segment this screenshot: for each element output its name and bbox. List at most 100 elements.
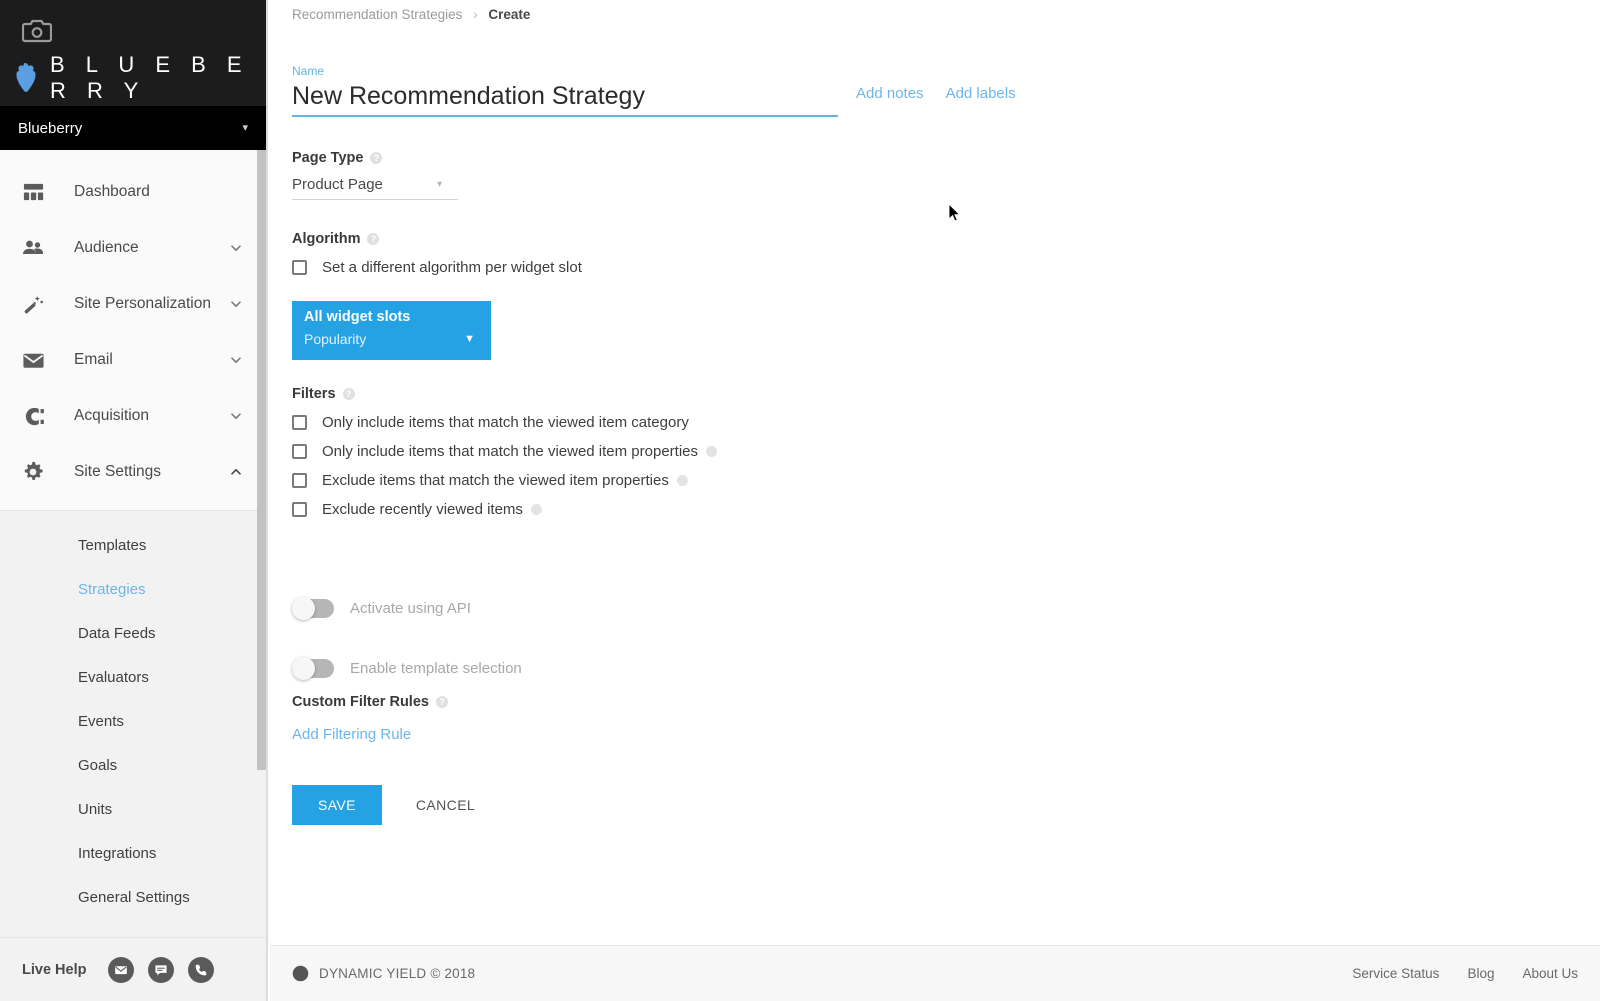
filter-option-text: Only include items that match the viewed… (322, 414, 689, 431)
sidebar-item-label: Audience (74, 239, 139, 256)
breadcrumb-parent-link[interactable]: Recommendation Strategies (292, 7, 462, 22)
blueberry-icon (10, 61, 40, 95)
phone-icon[interactable] (188, 956, 215, 983)
sidebar-item-templates[interactable]: Templates (0, 523, 268, 567)
page-type-title-text: Page Type (292, 150, 364, 166)
widget-slot-algorithm-value: Popularity (304, 331, 367, 347)
sidebar-item-strategies[interactable]: Strategies (0, 567, 268, 611)
add-labels-link[interactable]: Add labels (946, 85, 1016, 102)
name-field-wrapper (292, 82, 838, 117)
main-content: Recommendation Strategies › Create Name … (270, 0, 1600, 1001)
sidebar-item-label: Acquisition (74, 407, 149, 424)
filter-option-label: Exclude items that match the viewed item… (322, 472, 688, 489)
checkbox-unchecked-icon[interactable] (292, 415, 307, 430)
toggle-switch-off[interactable] (292, 596, 334, 620)
sidebar-item-data-feeds[interactable]: Data Feeds (0, 611, 268, 655)
help-icon[interactable]: ? (435, 696, 448, 708)
help-icon[interactable]: ? (367, 233, 380, 245)
filter-option-text: Only include items that match the viewed… (322, 443, 699, 460)
chevron-up-icon (230, 466, 242, 478)
camera-icon[interactable] (21, 19, 53, 43)
cancel-button[interactable]: CANCEL (410, 796, 481, 814)
chevron-down-icon: ▾ (242, 121, 248, 134)
add-filtering-rule-link[interactable]: Add Filtering Rule (292, 726, 448, 743)
toggles-section: Activate using API Enable template selec… (292, 578, 522, 698)
activate-using-api-toggle-row[interactable]: Activate using API (292, 578, 522, 638)
sidebar: B L U E B E R R Y Blueberry ▾ Dashboard (0, 0, 268, 1001)
checkbox-unchecked-icon[interactable] (292, 260, 307, 275)
live-help-label: Live Help (22, 961, 87, 978)
sidebar-item-site-settings[interactable]: Site Settings (0, 444, 268, 500)
help-icon[interactable]: ? (370, 152, 383, 164)
filter-option-label: Only include items that match the viewed… (322, 443, 718, 460)
sidebar-item-label: Site Personalization (74, 295, 211, 312)
help-icon[interactable] (530, 504, 542, 515)
sidebar-item-email[interactable]: Email (0, 332, 268, 388)
filter-option-row[interactable]: Only include items that match the viewed… (292, 443, 718, 460)
blog-link[interactable]: Blog (1467, 966, 1494, 981)
filter-option-text: Exclude recently viewed items (322, 501, 523, 518)
strategy-name-input[interactable] (292, 82, 838, 117)
header-actions: Add notes Add labels (856, 85, 1016, 102)
enable-template-selection-label: Enable template selection (350, 659, 522, 677)
sidebar-item-label: Email (74, 351, 113, 368)
add-notes-link[interactable]: Add notes (856, 85, 924, 102)
name-field-label: Name (292, 64, 325, 78)
breadcrumb-current: Create (488, 7, 531, 22)
chevron-down-icon: ▾ (436, 179, 442, 190)
sidebar-item-events[interactable]: Events (0, 699, 268, 743)
gear-icon (18, 457, 48, 487)
sidebar-item-evaluators[interactable]: Evaluators (0, 655, 268, 699)
magic-wand-icon (18, 289, 48, 319)
widget-slot-algorithm-select[interactable]: Popularity ▼ (304, 331, 479, 347)
sidebar-item-audience[interactable]: Audience (0, 220, 268, 276)
toggle-knob (292, 596, 315, 620)
sidebar-scrollbar-thumb[interactable] (257, 150, 266, 770)
site-selector[interactable]: Blueberry ▾ (0, 106, 268, 150)
checkbox-unchecked-icon[interactable] (292, 473, 307, 488)
people-icon (18, 233, 48, 263)
footer-links: Service Status Blog About Us (1352, 966, 1578, 981)
sidebar-item-site-personalization[interactable]: Site Personalization (0, 276, 268, 332)
toggle-switch-off[interactable] (292, 656, 334, 680)
footer: DYNAMIC YIELD © 2018 Service Status Blog… (270, 945, 1600, 1001)
custom-filter-rules-title-text: Custom Filter Rules (292, 694, 429, 710)
sidebar-item-units[interactable]: Units (0, 787, 268, 831)
help-icon[interactable]: ? (342, 388, 355, 400)
page-type-title: Page Type ? (292, 150, 458, 166)
checkbox-unchecked-icon[interactable] (292, 444, 307, 459)
all-widget-slots-card[interactable]: All widget slots Popularity ▼ (292, 301, 491, 360)
breadcrumb: Recommendation Strategies › Create (292, 7, 530, 22)
help-icon[interactable] (706, 446, 718, 457)
sidebar-item-general-settings[interactable]: General Settings (0, 875, 268, 919)
filter-option-label: Exclude recently viewed items (322, 501, 542, 518)
mail-icon[interactable] (108, 956, 135, 983)
per-slot-algorithm-checkbox-row[interactable]: Set a different algorithm per widget slo… (292, 259, 582, 276)
filter-option-row[interactable]: Only include items that match the viewed… (292, 414, 717, 431)
about-us-link[interactable]: About Us (1522, 966, 1578, 981)
chat-icon[interactable] (148, 956, 175, 983)
chevron-down-icon (230, 298, 242, 310)
sidebar-item-acquisition[interactable]: Acquisition (0, 388, 268, 444)
brand-block: B L U E B E R R Y Blueberry ▾ (0, 0, 268, 150)
custom-filter-rules-title: Custom Filter Rules ? (292, 694, 448, 710)
filter-option-row[interactable]: Exclude items that match the viewed item… (292, 472, 717, 489)
enable-template-selection-toggle-row[interactable]: Enable template selection (292, 638, 522, 698)
form-actions: SAVE CANCEL (292, 785, 481, 825)
sidebar-item-goals[interactable]: Goals (0, 743, 268, 787)
live-help-bar: Live Help (0, 937, 268, 1001)
service-status-link[interactable]: Service Status (1352, 966, 1439, 981)
filter-option-row[interactable]: Exclude recently viewed items (292, 501, 717, 518)
footer-copyright: DYNAMIC YIELD © 2018 (319, 966, 476, 981)
page-type-section: Page Type ? Product Page ▾ (292, 150, 458, 200)
help-icon[interactable] (676, 475, 688, 486)
page-type-select[interactable]: Product Page ▾ (292, 176, 458, 200)
chevron-down-icon: ▼ (464, 333, 475, 345)
save-button[interactable]: SAVE (292, 785, 382, 825)
per-slot-algorithm-label: Set a different algorithm per widget slo… (322, 259, 582, 276)
sidebar-item-integrations[interactable]: Integrations (0, 831, 268, 875)
page-type-selected-value: Product Page (292, 176, 383, 193)
sidebar-item-dashboard[interactable]: Dashboard (0, 164, 268, 220)
algorithm-title: Algorithm ? (292, 231, 582, 247)
checkbox-unchecked-icon[interactable] (292, 502, 307, 517)
